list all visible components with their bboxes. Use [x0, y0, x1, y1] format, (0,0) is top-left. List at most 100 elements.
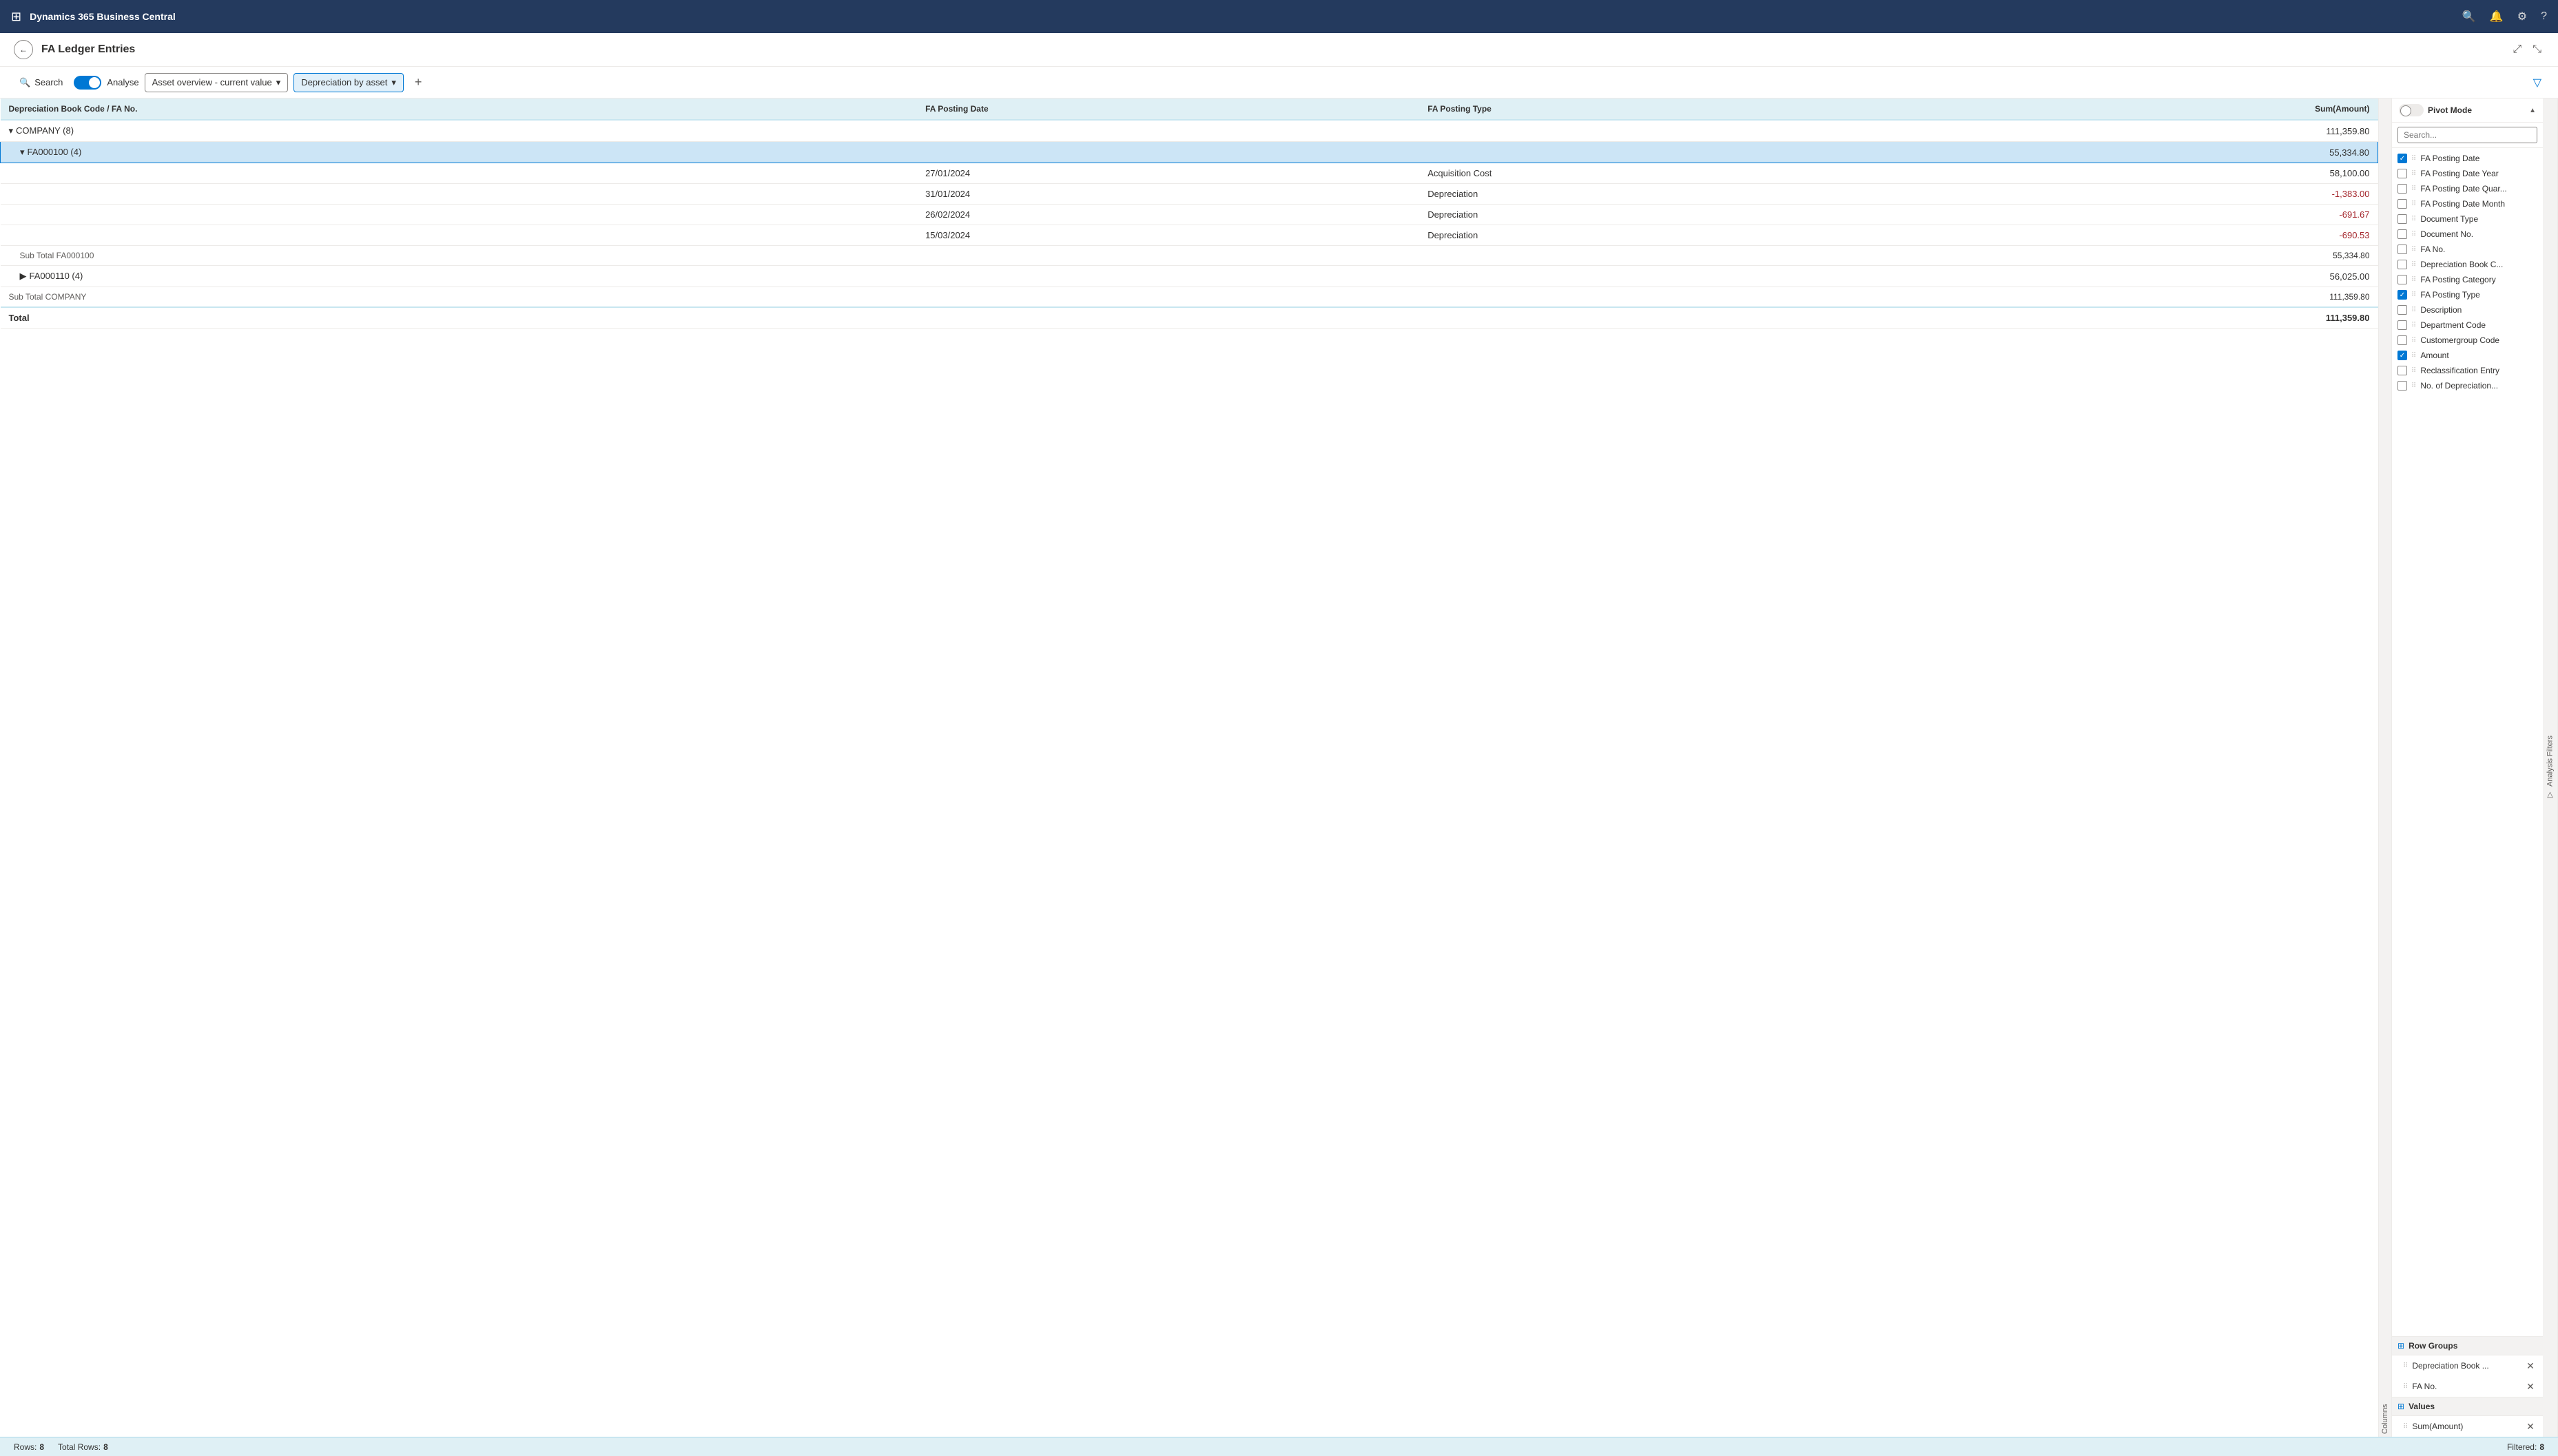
- table-row[interactable]: 27/01/2024 Acquisition Cost 58,100.00: [1, 163, 2378, 184]
- tab-asset-overview[interactable]: Asset overview - current value ▾: [145, 73, 289, 92]
- drag-handle: ⠿: [2411, 382, 2416, 390]
- bell-icon[interactable]: 🔔: [2490, 10, 2504, 23]
- col-header-amount[interactable]: Sum(Amount): [1929, 98, 2378, 120]
- scroll-up-icon[interactable]: ▲: [2529, 107, 2536, 114]
- col-header-posting-type[interactable]: FA Posting Type: [1419, 98, 1928, 120]
- drag-handle: ⠿: [2411, 337, 2416, 344]
- values-icon: ⊞: [2397, 1402, 2404, 1411]
- filter-button[interactable]: ▽: [2530, 73, 2544, 92]
- drag-handle: ⠿: [2411, 216, 2416, 223]
- total-rows-label: Total Rows:: [58, 1442, 101, 1452]
- table-row[interactable]: ▶FA000110 (4) 56,025.00: [1, 266, 2378, 287]
- field-checkbox[interactable]: [2397, 366, 2407, 375]
- field-item[interactable]: ⠿ FA Posting Date Quar...: [2392, 181, 2543, 196]
- field-checkbox[interactable]: [2397, 169, 2407, 178]
- row-group-item: ⠿ FA No. ✕: [2392, 1376, 2543, 1397]
- rows-status: Rows: 8: [14, 1442, 44, 1452]
- amount-cell: 55,334.80: [1929, 142, 2378, 163]
- table-header-row: Depreciation Book Code / FA No. FA Posti…: [1, 98, 2378, 120]
- field-item[interactable]: ⠿ No. of Depreciation...: [2392, 378, 2543, 393]
- topbar: ⊞ Dynamics 365 Business Central 🔍 🔔 ⚙ ?: [0, 0, 2558, 33]
- field-item[interactable]: ✓ ⠿ FA Posting Type: [2392, 287, 2543, 302]
- remove-value-button[interactable]: ✕: [2524, 1419, 2537, 1433]
- posting-date-cell: [917, 246, 1419, 266]
- pivot-mode-toggle[interactable]: [2399, 104, 2424, 116]
- drag-handle: ⠿: [2411, 261, 2416, 269]
- field-checkbox[interactable]: ✓: [2397, 351, 2407, 360]
- help-icon[interactable]: ?: [2541, 10, 2547, 23]
- table-row[interactable]: ▾FA000100 (4) 55,334.80: [1, 142, 2378, 163]
- search-button[interactable]: 🔍 Search: [14, 74, 68, 91]
- table-row[interactable]: ▾COMPANY (8) 111,359.80: [1, 120, 2378, 142]
- back-button[interactable]: ←: [14, 40, 33, 59]
- field-item[interactable]: ⠿ Document No.: [2392, 227, 2543, 242]
- amount-cell: -690.53: [1929, 225, 2378, 246]
- field-item[interactable]: ⠿ Depreciation Book C...: [2392, 257, 2543, 272]
- group-item-name: Depreciation Book ...: [2412, 1361, 2519, 1371]
- field-name: FA Posting Type: [2420, 290, 2480, 300]
- add-tab-button[interactable]: +: [409, 72, 428, 92]
- field-item[interactable]: ⠿ Department Code: [2392, 318, 2543, 333]
- drag-handle: ⠿: [2411, 185, 2416, 193]
- table-row[interactable]: Total 111,359.80: [1, 307, 2378, 329]
- analyse-toggle[interactable]: [74, 76, 101, 90]
- field-checkbox[interactable]: [2397, 320, 2407, 330]
- field-item[interactable]: ⠿ FA Posting Date Year: [2392, 166, 2543, 181]
- field-item[interactable]: ⠿ Customergroup Code: [2392, 333, 2543, 348]
- tab-depreciation-by-asset[interactable]: Depreciation by asset ▾: [293, 73, 404, 92]
- col-header-posting-date[interactable]: FA Posting Date: [917, 98, 1419, 120]
- shrink-icon[interactable]: ⤡: [2530, 41, 2544, 59]
- posting-type-cell: [1419, 142, 1928, 163]
- table-row[interactable]: 15/03/2024 Depreciation -690.53: [1, 225, 2378, 246]
- analysis-filters-tab[interactable]: ▽ Analysis Filters: [2543, 98, 2558, 1437]
- collapse-icon[interactable]: ▾: [20, 147, 25, 157]
- amount-cell: 56,025.00: [1929, 266, 2378, 287]
- field-checkbox[interactable]: [2397, 199, 2407, 209]
- settings-icon[interactable]: ⚙: [2517, 10, 2527, 23]
- value-item: ⠿ Sum(Amount) ✕: [2392, 1416, 2543, 1437]
- field-item[interactable]: ✓ ⠿ FA Posting Date: [2392, 151, 2543, 166]
- field-checkbox[interactable]: [2397, 305, 2407, 315]
- field-item[interactable]: ⠿ Document Type: [2392, 211, 2543, 227]
- remove-group-button[interactable]: ✕: [2524, 1359, 2537, 1373]
- field-checkbox[interactable]: [2397, 229, 2407, 239]
- grid-icon[interactable]: ⊞: [11, 10, 21, 24]
- table-row[interactable]: 31/01/2024 Depreciation -1,383.00: [1, 184, 2378, 205]
- field-name: Document No.: [2420, 229, 2473, 239]
- field-checkbox[interactable]: [2397, 184, 2407, 194]
- field-item[interactable]: ⠿ FA Posting Date Month: [2392, 196, 2543, 211]
- field-item[interactable]: ⠿ Reclassification Entry: [2392, 363, 2543, 378]
- field-checkbox[interactable]: [2397, 335, 2407, 345]
- remove-group-button[interactable]: ✕: [2524, 1380, 2537, 1393]
- field-checkbox[interactable]: [2397, 245, 2407, 254]
- table-row[interactable]: 26/02/2024 Depreciation -691.67: [1, 205, 2378, 225]
- expand-icon[interactable]: ⤢: [2510, 41, 2524, 59]
- field-checkbox[interactable]: ✓: [2397, 154, 2407, 163]
- group-item-name: FA No.: [2412, 1382, 2519, 1391]
- field-item[interactable]: ⠿ Description: [2392, 302, 2543, 318]
- analyse-label: Analyse: [107, 77, 138, 87]
- expand-icon[interactable]: ▶: [20, 271, 27, 281]
- field-item[interactable]: ⠿ FA No.: [2392, 242, 2543, 257]
- app-title: Dynamics 365 Business Central: [30, 11, 2454, 22]
- group-label: FA000100 (4): [28, 147, 82, 157]
- columns-tab[interactable]: Columns: [2378, 98, 2391, 1437]
- posting-type-cell: [1419, 266, 1928, 287]
- right-panel: Pivot Mode ▲ ✓ ⠿ FA Posting Date ⠿ FA Po…: [2391, 98, 2543, 1437]
- value-item-name: Sum(Amount): [2412, 1422, 2519, 1431]
- field-checkbox[interactable]: ✓: [2397, 290, 2407, 300]
- field-checkbox[interactable]: [2397, 381, 2407, 391]
- field-checkbox[interactable]: [2397, 275, 2407, 284]
- field-checkbox[interactable]: [2397, 214, 2407, 224]
- search-icon[interactable]: 🔍: [2462, 10, 2476, 23]
- field-item[interactable]: ⠿ FA Posting Category: [2392, 272, 2543, 287]
- table-row[interactable]: Sub Total COMPANY 111,359.80: [1, 287, 2378, 308]
- fields-search-input[interactable]: [2397, 127, 2537, 143]
- field-checkbox[interactable]: [2397, 260, 2407, 269]
- collapse-icon[interactable]: ▾: [9, 125, 14, 136]
- posting-date-cell: [917, 142, 1419, 163]
- analysis-filters-label: Analysis Filters: [2546, 736, 2555, 787]
- table-row[interactable]: Sub Total FA000100 55,334.80: [1, 246, 2378, 266]
- field-item[interactable]: ✓ ⠿ Amount: [2392, 348, 2543, 363]
- col-header-fa-code[interactable]: Depreciation Book Code / FA No.: [1, 98, 918, 120]
